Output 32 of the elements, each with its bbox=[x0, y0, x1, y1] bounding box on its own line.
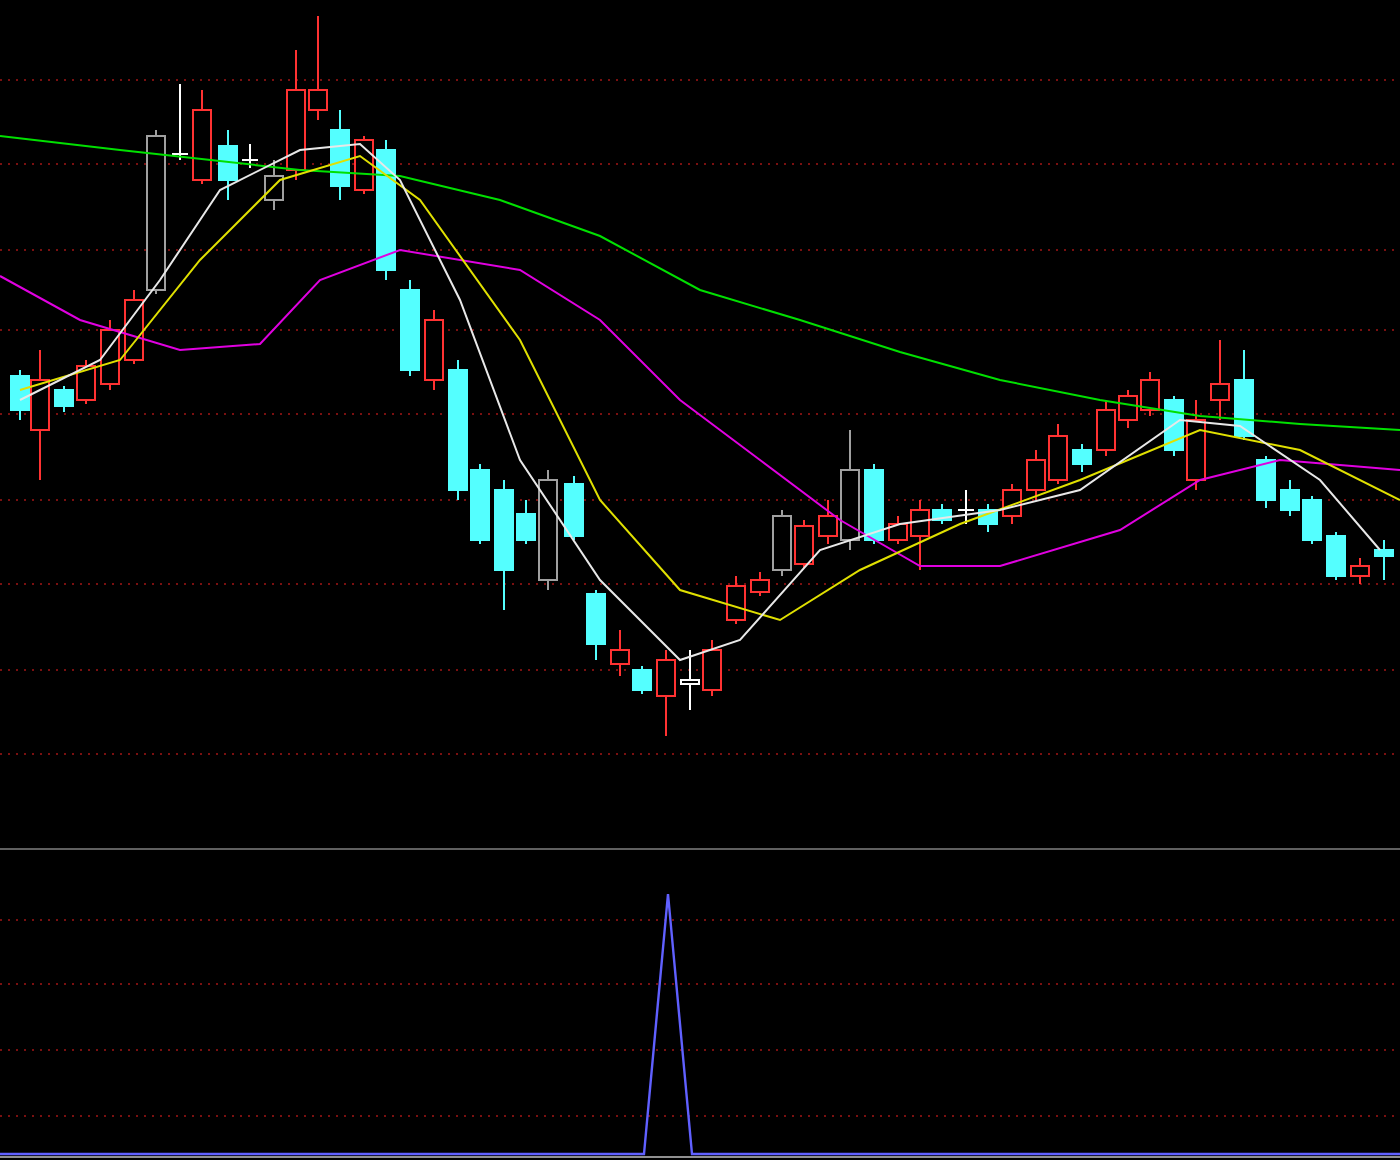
candlestick bbox=[1326, 531, 1346, 581]
candlestick bbox=[1072, 443, 1092, 473]
candlestick bbox=[1210, 339, 1230, 421]
candlestick bbox=[1002, 483, 1022, 525]
candlestick bbox=[1234, 349, 1254, 441]
candlestick bbox=[680, 649, 700, 711]
candlestick bbox=[978, 503, 998, 533]
candlestick bbox=[864, 463, 884, 545]
candlestick bbox=[564, 475, 584, 541]
candlestick bbox=[241, 143, 259, 169]
candlestick bbox=[218, 129, 238, 201]
candlestick bbox=[1302, 495, 1322, 545]
candlestick bbox=[1374, 539, 1394, 581]
candlestick bbox=[330, 109, 350, 201]
candlestick bbox=[702, 639, 722, 697]
candlestick bbox=[726, 575, 746, 625]
candlestick bbox=[794, 519, 814, 569]
candlestick bbox=[957, 489, 975, 525]
candlestick bbox=[1048, 423, 1068, 485]
candlestick bbox=[1350, 557, 1370, 585]
candlestick bbox=[586, 589, 606, 661]
candlestick bbox=[1280, 479, 1300, 517]
candlestick bbox=[1026, 449, 1046, 501]
candlestick bbox=[1140, 371, 1160, 417]
candlestick bbox=[100, 319, 120, 391]
candlestick bbox=[192, 89, 212, 185]
candlestick bbox=[400, 279, 420, 377]
candlestick bbox=[656, 649, 676, 737]
candlestick bbox=[308, 15, 328, 121]
candlestick bbox=[171, 83, 189, 161]
candlestick bbox=[424, 309, 444, 391]
candlestick bbox=[1256, 455, 1276, 509]
